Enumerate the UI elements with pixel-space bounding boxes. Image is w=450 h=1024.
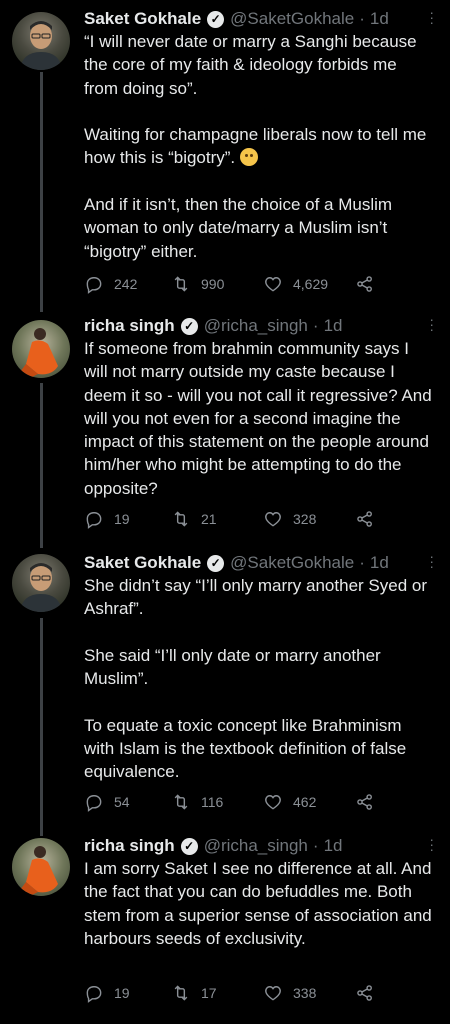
like-count: 338 xyxy=(293,985,317,1001)
verified-icon: ✓ xyxy=(207,554,225,572)
reply-button[interactable]: 242 xyxy=(84,274,171,294)
like-button[interactable]: 338 xyxy=(263,983,355,1003)
tweet-actions: 242 990 4,629 xyxy=(84,272,394,296)
tweet-header: Saket Gokhale ✓ @SaketGokhale · 1d xyxy=(84,6,420,32)
like-button[interactable]: 462 xyxy=(263,792,355,812)
display-name[interactable]: Saket Gokhale xyxy=(84,9,201,29)
tweet[interactable]: Saket Gokhale ✓ @SaketGokhale · 1d · · · “… xyxy=(0,5,450,306)
tweet-text-part: And if it isn’t, then the choice of a Mu… xyxy=(84,195,393,261)
like-count: 4,629 xyxy=(293,276,329,292)
more-icon[interactable]: · · · xyxy=(429,832,434,856)
timestamp[interactable]: 1d xyxy=(370,9,389,29)
tweet-header: Saket Gokhale ✓ @SaketGokhale · 1d xyxy=(84,550,420,576)
share-button[interactable] xyxy=(355,274,385,294)
user-handle[interactable]: @richa_singh xyxy=(204,836,308,856)
tweet[interactable]: richa singh ✓ @richa_singh · 1d · · · I am… xyxy=(0,832,450,1018)
timestamp[interactable]: 1d xyxy=(324,316,343,336)
verified-icon: ✓ xyxy=(207,10,225,28)
share-icon xyxy=(357,985,372,1001)
reply-count: 242 xyxy=(114,276,138,292)
tweet[interactable]: richa singh ✓ @richa_singh · 1d · · · If s… xyxy=(0,312,450,538)
tweet-actions: 19 21 328 xyxy=(84,507,394,531)
like-icon xyxy=(265,512,281,527)
reply-count: 19 xyxy=(114,511,130,527)
reply-icon xyxy=(86,512,102,529)
retweet-count: 116 xyxy=(201,794,224,810)
like-icon xyxy=(265,986,281,1001)
verified-icon: ✓ xyxy=(180,317,198,335)
avatar[interactable] xyxy=(12,320,70,378)
reply-icon xyxy=(86,277,102,294)
tweet-text: If someone from brahmin community says I… xyxy=(84,339,432,498)
reply-count: 54 xyxy=(114,794,130,810)
retweet-button[interactable]: 990 xyxy=(171,274,263,294)
share-icon xyxy=(357,511,372,527)
retweet-icon xyxy=(174,276,188,292)
tweet-header: richa singh ✓ @richa_singh · 1d xyxy=(84,833,420,859)
tweet-text: She didn’t say “I’ll only marry another … xyxy=(84,576,427,782)
retweet-button[interactable]: 21 xyxy=(171,509,263,529)
more-icon[interactable]: · · · xyxy=(429,5,434,29)
reply-icon xyxy=(86,795,102,812)
share-button[interactable] xyxy=(355,509,385,529)
face-with-rolling-eyes-icon xyxy=(239,148,258,167)
tweet[interactable]: Saket Gokhale ✓ @SaketGokhale · 1d · · · S… xyxy=(0,549,450,820)
tweet-actions: 19 17 338 xyxy=(84,981,394,1005)
retweet-count: 21 xyxy=(201,511,217,527)
tweet-text-part: “I will never date or marry a Sanghi bec… xyxy=(84,32,427,168)
more-icon[interactable]: · · · xyxy=(429,312,434,336)
more-icon[interactable]: · · · xyxy=(429,549,434,573)
separator: · xyxy=(312,316,319,335)
share-icon xyxy=(357,276,372,292)
share-icon xyxy=(357,794,372,810)
retweet-icon xyxy=(174,511,188,527)
like-count: 328 xyxy=(293,511,317,527)
avatar-image xyxy=(20,328,58,378)
like-button[interactable]: 328 xyxy=(263,509,355,529)
tweet-actions: 54 116 462 xyxy=(84,790,394,814)
retweet-count: 17 xyxy=(201,985,217,1001)
reply-count: 19 xyxy=(114,985,130,1001)
timestamp[interactable]: 1d xyxy=(324,836,343,856)
reply-button[interactable]: 54 xyxy=(84,792,171,812)
avatar-image xyxy=(20,563,62,612)
retweet-icon xyxy=(174,794,188,810)
like-count: 462 xyxy=(293,794,317,810)
share-button[interactable] xyxy=(355,792,385,812)
display-name[interactable]: richa singh xyxy=(84,316,175,336)
retweet-icon xyxy=(174,985,188,1001)
retweet-count: 990 xyxy=(201,276,225,292)
tweet-text: “I will never date or marry a Sanghi bec… xyxy=(84,30,434,263)
like-button[interactable]: 4,629 xyxy=(263,274,355,294)
avatar[interactable] xyxy=(12,838,70,896)
separator: · xyxy=(359,9,365,28)
user-handle[interactable]: @richa_singh xyxy=(204,316,308,336)
tweet-header: richa singh ✓ @richa_singh · 1d xyxy=(84,313,420,339)
user-handle[interactable]: @SaketGokhale xyxy=(230,553,354,573)
like-icon xyxy=(265,277,281,292)
avatar[interactable] xyxy=(12,12,70,70)
avatar-image xyxy=(20,846,58,896)
avatar[interactable] xyxy=(12,554,70,612)
separator: · xyxy=(359,553,365,572)
reply-button[interactable]: 19 xyxy=(84,509,171,529)
verified-icon: ✓ xyxy=(180,837,198,855)
retweet-button[interactable]: 116 xyxy=(171,792,263,812)
like-icon xyxy=(265,795,281,810)
user-handle[interactable]: @SaketGokhale xyxy=(230,9,354,29)
avatar-image xyxy=(20,21,62,70)
retweet-button[interactable]: 17 xyxy=(171,983,263,1003)
reply-button[interactable]: 19 xyxy=(84,983,171,1003)
separator: · xyxy=(312,836,319,855)
timestamp[interactable]: 1d xyxy=(370,553,389,573)
share-button[interactable] xyxy=(355,983,385,1003)
display-name[interactable]: Saket Gokhale xyxy=(84,553,201,573)
display-name[interactable]: richa singh xyxy=(84,836,175,856)
tweet-text: I am sorry Saket I see no difference at … xyxy=(84,859,432,948)
reply-icon xyxy=(86,986,102,1003)
